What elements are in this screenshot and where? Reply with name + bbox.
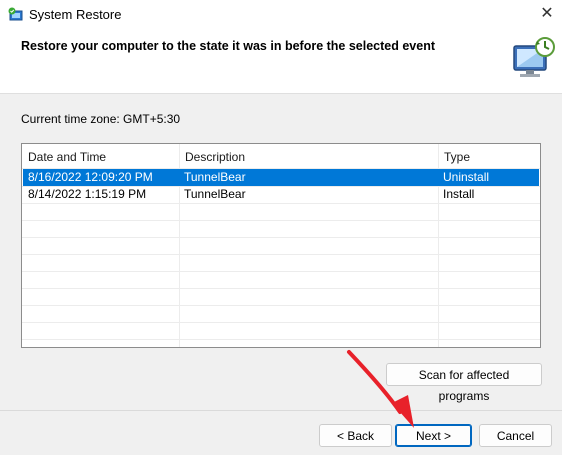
next-button[interactable]: Next > (395, 424, 472, 447)
sort-caret-icon: ⌵ (96, 150, 103, 159)
cell-type: Install (443, 187, 475, 201)
table-row[interactable]: 8/16/2022 12:09:20 PM TunnelBear Uninsta… (23, 169, 539, 186)
row-gridline (22, 203, 540, 204)
back-button[interactable]: < Back (319, 424, 392, 447)
column-label: Description (185, 150, 246, 164)
timezone-label: Current time zone: GMT+5:30 (21, 112, 181, 126)
window-title: System Restore (29, 7, 122, 22)
row-gridline (22, 254, 540, 255)
cancel-button[interactable]: Cancel (479, 424, 552, 447)
system-restore-app-icon (8, 7, 23, 21)
wizard-footer: < Back Next > Cancel (0, 410, 562, 455)
title-bar: System Restore ✕ (0, 0, 562, 30)
row-gridline (22, 339, 540, 340)
cell-date: 8/16/2022 12:09:20 PM (28, 170, 153, 184)
scan-affected-programs-button[interactable]: Scan for affected programs (386, 363, 542, 403)
table-row[interactable]: 8/14/2022 1:15:19 PM TunnelBear Install (23, 186, 539, 203)
row-gridline (22, 237, 540, 238)
row-gridline (22, 271, 540, 272)
cell-description: TunnelBear (184, 170, 246, 184)
close-icon[interactable]: ✕ (537, 4, 557, 24)
row-gridline (22, 220, 540, 221)
row-gridline (22, 288, 540, 289)
row-gridline (22, 305, 540, 306)
row-gridline (22, 322, 540, 323)
column-label: Date and Time (28, 150, 107, 164)
system-restore-monitor-icon (513, 37, 555, 77)
content-area: Current time zone: GMT+5:30 ⌵ Date and T… (0, 93, 562, 410)
column-label: Type (444, 150, 471, 164)
list-header: ⌵ Date and Time Description Type (22, 144, 540, 169)
column-header-type[interactable]: Type (438, 144, 540, 168)
column-header-description[interactable]: Description (179, 144, 438, 168)
cell-description: TunnelBear (184, 187, 246, 201)
cell-type: Uninstall (443, 170, 490, 184)
column-header-date[interactable]: ⌵ Date and Time (22, 144, 179, 168)
cell-date: 8/14/2022 1:15:19 PM (28, 187, 147, 201)
restore-points-list[interactable]: ⌵ Date and Time Description Type 8/16/20… (21, 143, 541, 348)
header-text: Restore your computer to the state it wa… (21, 39, 435, 53)
wizard-header: Restore your computer to the state it wa… (0, 30, 562, 93)
